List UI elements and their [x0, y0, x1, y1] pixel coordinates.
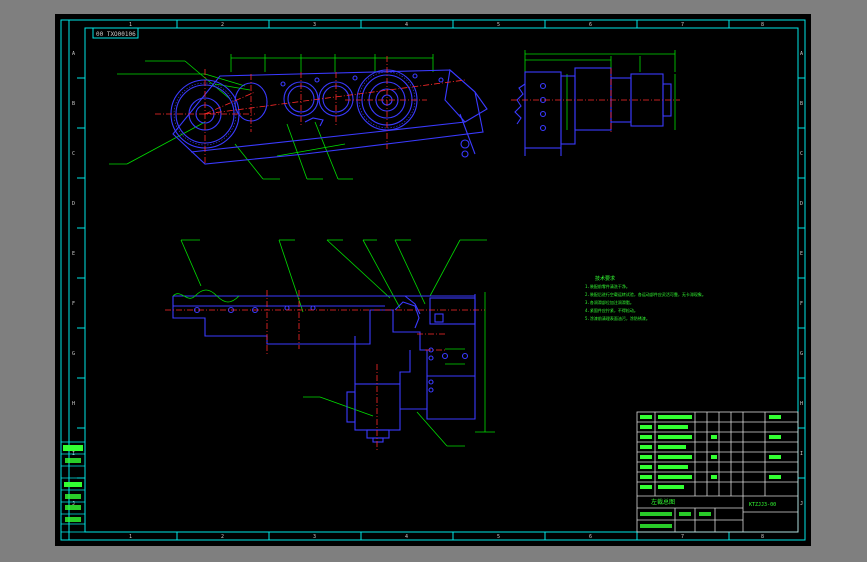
cad-drawing: 1 2 3 4 5 6 7 8 1 2 3 4 5 6 7 8 A B C D …	[60, 19, 806, 541]
drawing-sheet: 1 2 3 4 5 6 7 8 1 2 3 4 5 6 7 8 A B C D …	[55, 14, 811, 546]
col-label: 8	[761, 22, 764, 28]
row-label: H	[800, 401, 803, 407]
row-label: F	[800, 301, 803, 307]
col-label: 4	[405, 22, 408, 28]
notes-title: 技术要求	[595, 275, 615, 282]
col-label: 5	[497, 22, 500, 28]
row-label: D	[72, 201, 75, 207]
note-line-1: 1.装配前零件清洗干净。	[585, 283, 630, 289]
row-label: C	[72, 151, 75, 157]
side-view-dimensions	[524, 50, 676, 130]
col-label: 8	[761, 534, 764, 540]
row-label: B	[800, 101, 803, 107]
col-label: 7	[681, 22, 684, 28]
row-label: C	[800, 151, 803, 157]
front-view-body	[170, 68, 488, 165]
col-label: 2	[221, 22, 224, 28]
row-label: G	[72, 351, 75, 357]
row-label: B	[72, 101, 75, 107]
row-label: A	[800, 51, 803, 57]
note-line-3: 3.各润滑部位加注润滑脂。	[585, 299, 634, 305]
part-code: KTZJJ3-00	[749, 502, 776, 508]
row-label: E	[72, 251, 75, 257]
row-label: I	[800, 451, 803, 457]
col-label: 6	[589, 534, 592, 540]
front-view-dimensions	[230, 54, 434, 157]
side-view-centerlines	[511, 68, 680, 132]
col-label: 4	[405, 534, 408, 540]
technical-notes: 技术要求 1.装配前零件清洗干净。 2.装配后进行空载运转试验，各运动部件应灵活…	[585, 275, 706, 321]
note-line-5: 5.涂漆前清理表面油污，涂防锈漆。	[585, 315, 650, 321]
row-label: G	[800, 351, 803, 357]
drawing-code: 00 TXO00106	[96, 31, 136, 38]
col-label: 3	[313, 534, 316, 540]
note-line-2: 2.装配后进行空载运转试验，各运动部件应灵活可靠，无卡滞现象。	[585, 291, 706, 297]
section-view-leaders	[180, 239, 495, 447]
row-labels: A B C D E F G H I J A B C D E F G H I J	[72, 51, 803, 507]
row-label: H	[72, 401, 75, 407]
row-label: A	[72, 51, 75, 57]
note-line-4: 4.紧固件应拧紧，不得松动。	[585, 307, 638, 313]
col-label: 7	[681, 534, 684, 540]
row-label: F	[72, 301, 75, 307]
section-view-body	[172, 294, 476, 443]
row-label: D	[800, 201, 803, 207]
col-label: 2	[221, 534, 224, 540]
title-block: 左裁总图 KTZJJ3-00	[636, 411, 799, 533]
row-label: E	[800, 251, 803, 257]
row-label: J	[800, 501, 803, 507]
col-label: 1	[129, 534, 132, 540]
front-view	[109, 54, 488, 180]
side-view-body	[514, 67, 672, 156]
col-label: 1	[129, 22, 132, 28]
sheet-name: 左裁总图	[651, 498, 675, 506]
col-label: 3	[313, 22, 316, 28]
side-view	[511, 50, 680, 156]
drawing-code-box: 00 TXO00106	[92, 27, 139, 39]
section-view	[165, 239, 495, 452]
col-label: 5	[497, 534, 500, 540]
col-label: 6	[589, 22, 592, 28]
